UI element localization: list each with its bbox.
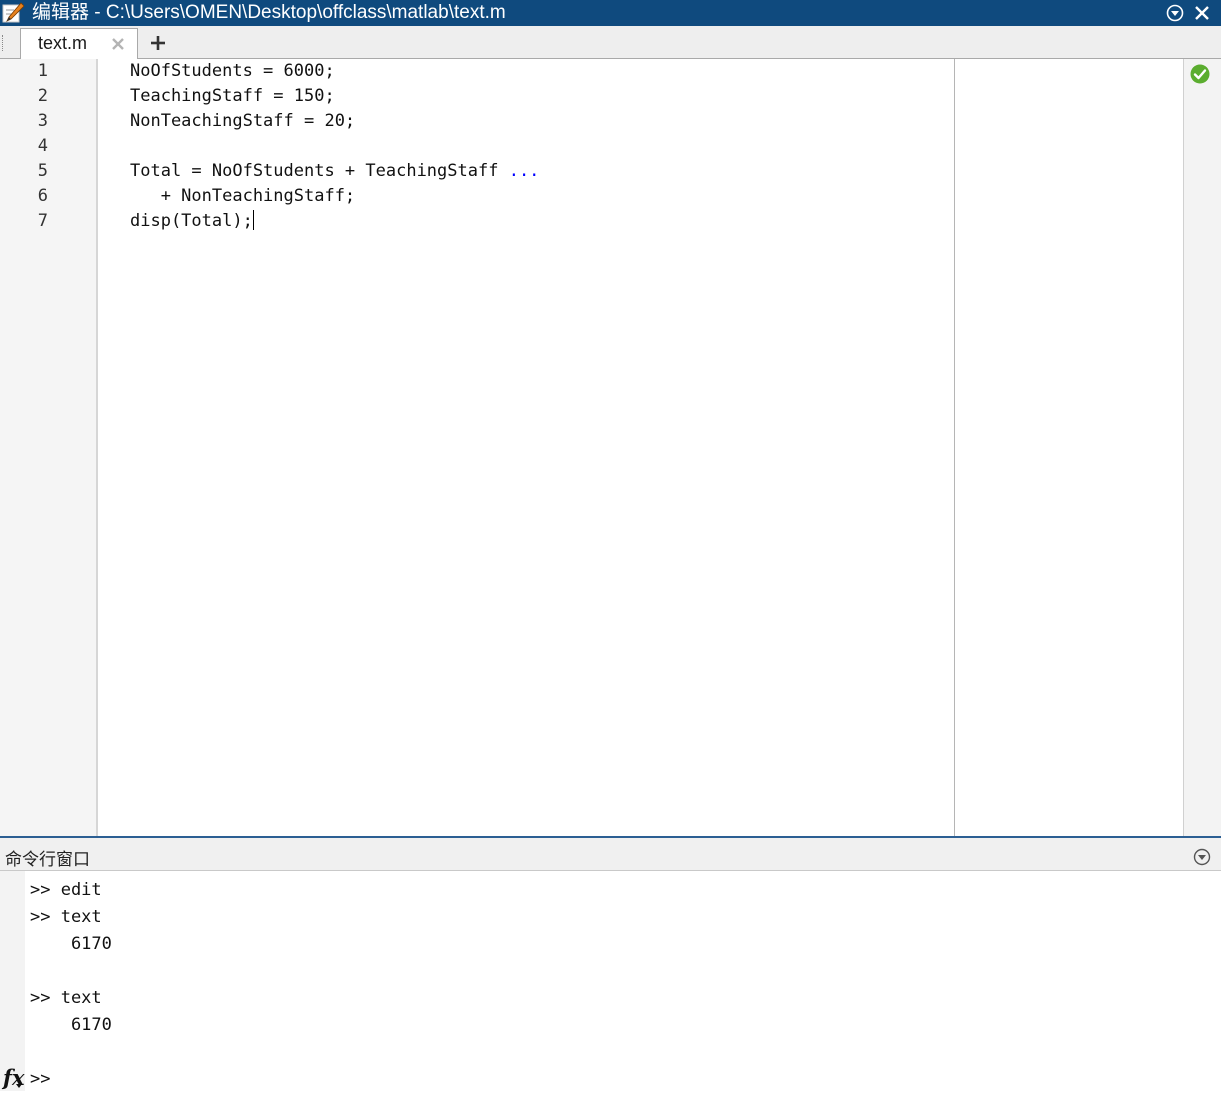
command-output-line: 6170: [30, 1015, 112, 1035]
code-text: + NonTeachingStaff;: [130, 186, 356, 206]
command-output-line: 6170: [30, 934, 112, 954]
code-line[interactable]: Total = NoOfStudents + TeachingStaff ...: [130, 159, 539, 184]
command-window-gutter: [0, 871, 25, 1091]
tab-close-icon[interactable]: [111, 37, 125, 51]
panel-menu-icon[interactable]: [1166, 4, 1184, 22]
line-number: 6: [37, 186, 48, 206]
line-number: 4: [37, 136, 48, 156]
code-line[interactable]: NoOfStudents = 6000;: [130, 59, 335, 84]
code-ok-check-icon[interactable]: [1190, 64, 1210, 84]
code-line[interactable]: disp(Total);: [130, 209, 254, 234]
command-output-line: >> text: [30, 988, 102, 1008]
code-line[interactable]: TeachingStaff = 150;: [130, 84, 335, 109]
line-number: 3: [37, 111, 48, 131]
text-caret: [252, 210, 254, 230]
tab-text-m[interactable]: text.m: [20, 28, 138, 59]
code-text-area[interactable]: NoOfStudents = 6000; TeachingStaff = 150…: [100, 59, 954, 836]
add-tab-icon[interactable]: [140, 29, 176, 57]
command-window-title: 命令行窗口: [5, 850, 90, 869]
code-text: TeachingStaff = 150;: [130, 86, 335, 106]
code-text: disp(Total);: [130, 211, 253, 231]
fx-dropdown-icon: [16, 1084, 22, 1088]
prompt-symbol: >>: [30, 1069, 51, 1089]
tab-bar-grip-icon[interactable]: [2, 35, 6, 51]
command-prompt-input[interactable]: >>: [30, 1066, 50, 1093]
line-number: 2: [37, 86, 48, 106]
right-margin-line: [954, 59, 955, 836]
command-output-line: >> edit: [30, 880, 102, 900]
code-text: Total = NoOfStudents + TeachingStaff: [130, 161, 509, 181]
code-line[interactable]: + NonTeachingStaff;: [130, 184, 355, 209]
editor-pencil-icon: [2, 2, 24, 23]
editor-tab-bar: text.m: [0, 26, 1221, 59]
tab-label: text.m: [38, 33, 88, 53]
code-analyzer-ruler: [1183, 59, 1221, 836]
code-text: NonTeachingStaff = 20;: [130, 111, 356, 131]
line-number-gutter: 1 2 3 4 5 6 7: [0, 59, 98, 836]
code-text: NoOfStudents = 6000;: [130, 61, 335, 81]
command-output-line: >> text: [30, 907, 102, 927]
close-icon[interactable]: [1193, 4, 1211, 22]
code-editor[interactable]: 1 2 3 4 5 6 7 NoOfStudents = 6000; Teach…: [0, 59, 1221, 836]
panel-menu-icon[interactable]: [1193, 848, 1211, 866]
command-window[interactable]: >> edit >> text 6170 >> text 6170 fx >>: [0, 871, 1221, 1091]
editor-title-bar: 编辑器 - C:\Users\OMEN\Desktop\offclass\mat…: [0, 0, 1221, 26]
command-window-header: 命令行窗口: [0, 838, 1221, 871]
function-browser-fx-icon[interactable]: fx: [3, 1065, 25, 1090]
line-number: 7: [37, 211, 48, 231]
line-number: 5: [37, 161, 48, 181]
line-continuation: ...: [508, 161, 540, 181]
code-line[interactable]: NonTeachingStaff = 20;: [130, 109, 355, 134]
line-number: 1: [37, 61, 48, 81]
window-title: 编辑器 - C:\Users\OMEN\Desktop\offclass\mat…: [32, 2, 506, 23]
